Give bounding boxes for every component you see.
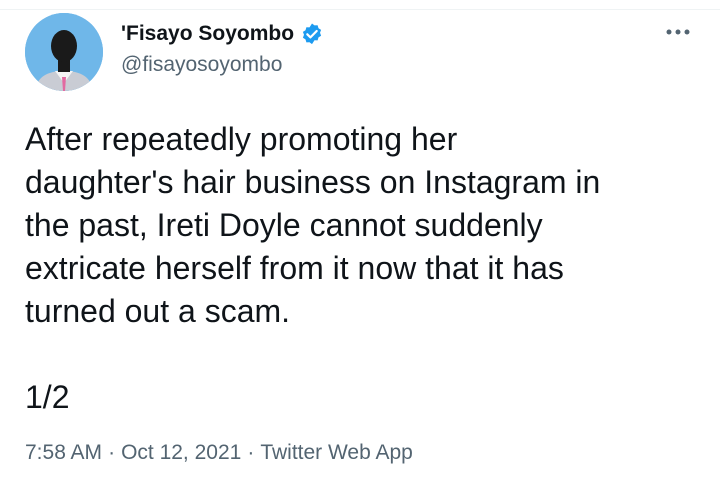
tweet-metadata: 7:58 AM · Oct 12, 2021 · Twitter Web App xyxy=(25,441,413,465)
person-silhouette-icon xyxy=(25,13,103,91)
verified-badge-icon xyxy=(300,22,324,46)
tweet-source[interactable]: Twitter Web App xyxy=(260,441,413,464)
name-row: 'Fisayo Soyombo xyxy=(121,20,324,48)
author-block[interactable]: 'Fisayo Soyombo @fisayosoyombo xyxy=(121,20,324,77)
tweet-date[interactable]: Oct 12, 2021 xyxy=(121,441,241,464)
separator-dot: · xyxy=(247,441,255,464)
avatar[interactable] xyxy=(25,13,103,91)
handle[interactable]: @fisayosoyombo xyxy=(121,53,324,77)
top-divider xyxy=(0,0,720,10)
tweet-time[interactable]: 7:58 AM xyxy=(25,441,102,464)
separator-dot: · xyxy=(108,441,116,464)
more-horizontal-icon[interactable] xyxy=(664,20,692,44)
display-name[interactable]: 'Fisayo Soyombo xyxy=(121,22,294,46)
tweet-text: After repeatedly promoting her daughter'… xyxy=(25,121,601,415)
